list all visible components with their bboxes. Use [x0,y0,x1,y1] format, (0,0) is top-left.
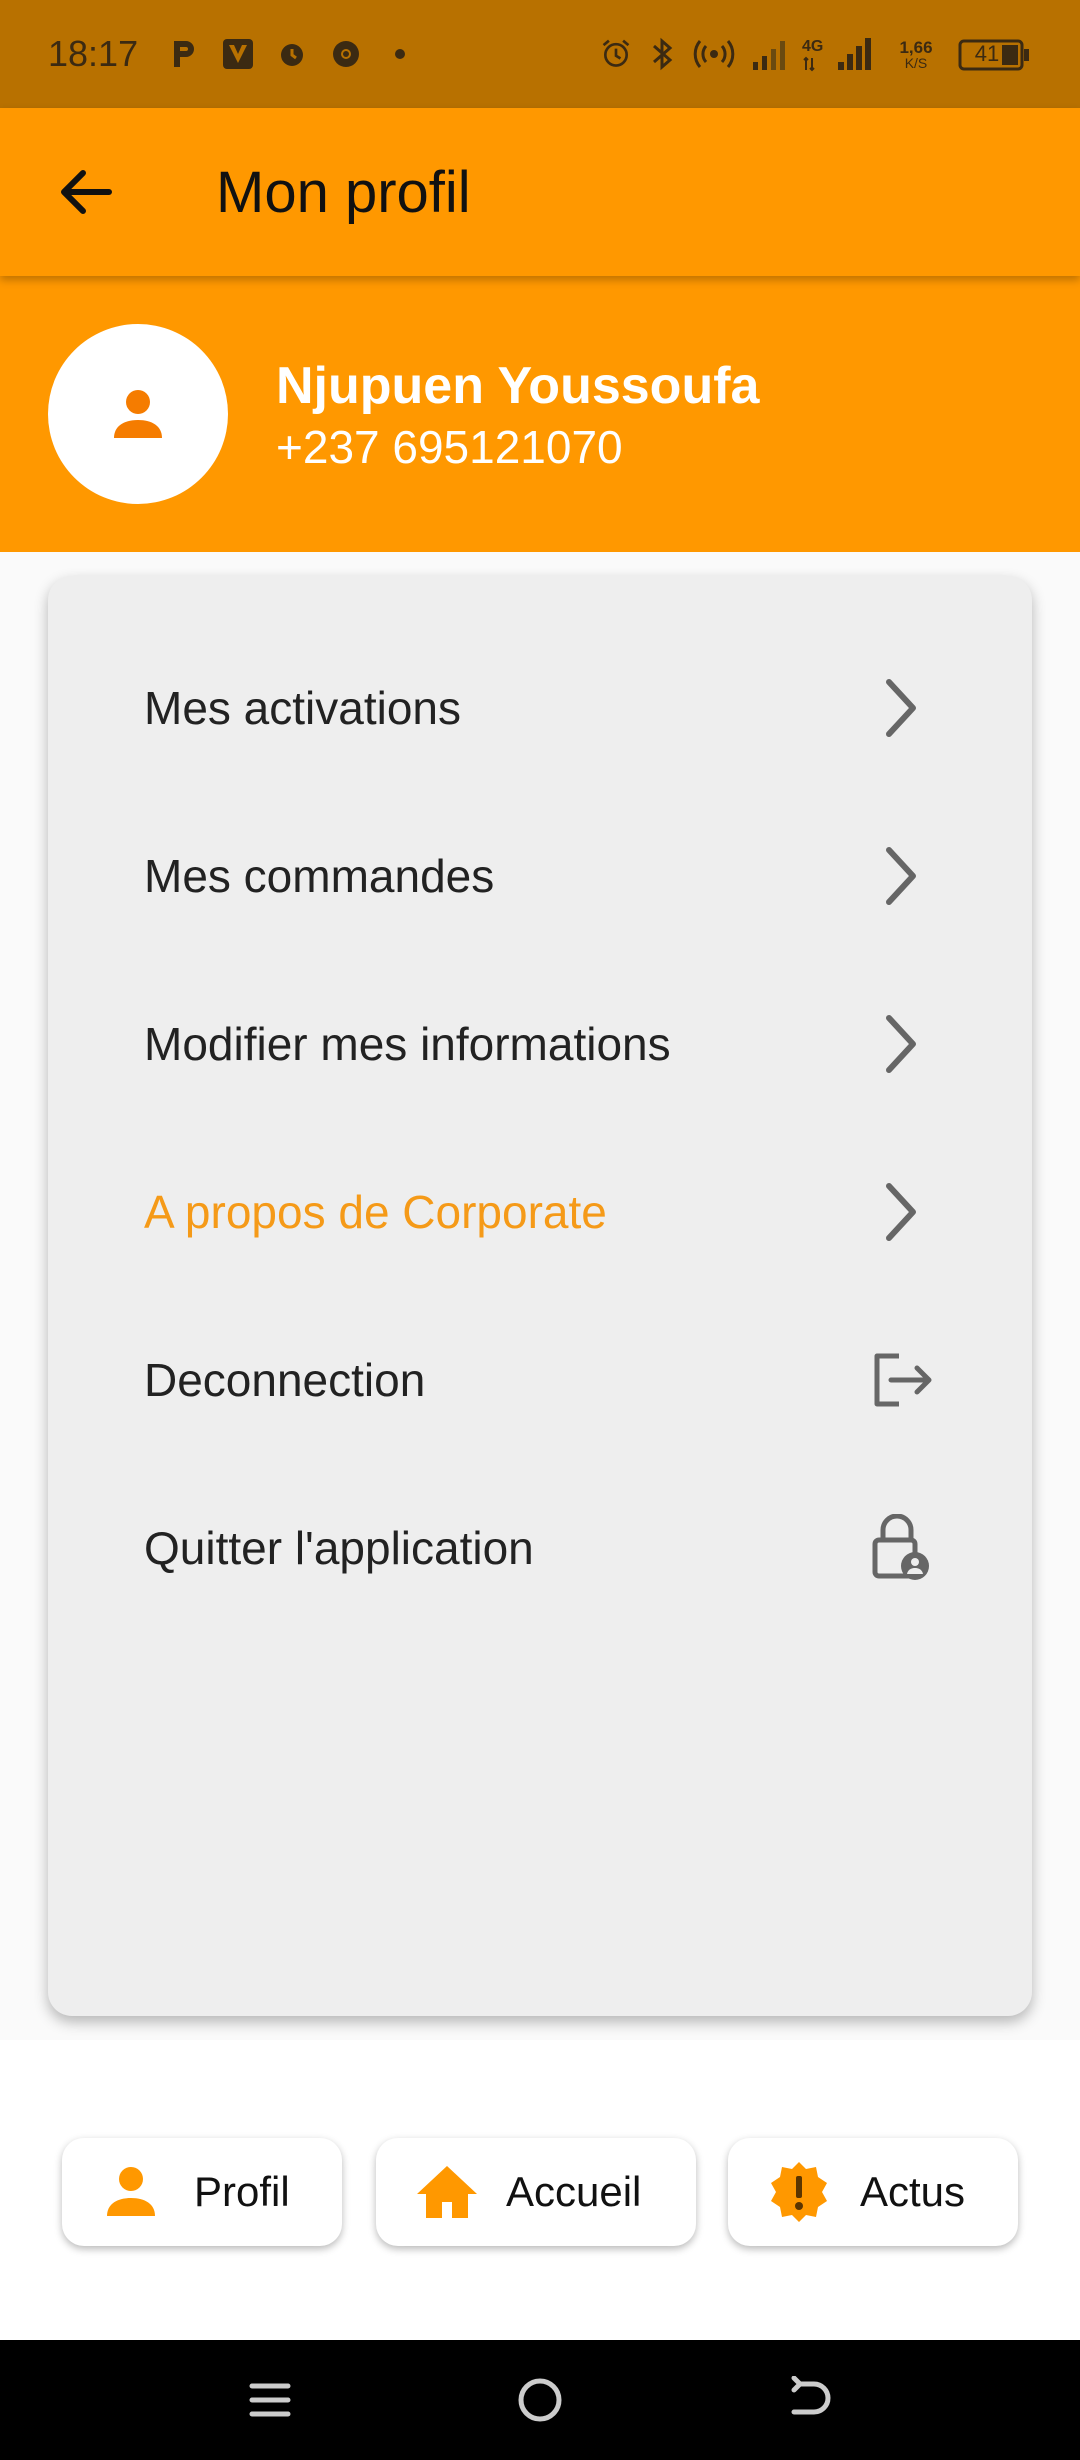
profile-name: Njupuen Youssoufa [276,357,760,415]
nav-label: Accueil [506,2168,642,2215]
chevron-right-icon [866,1009,936,1079]
menu-item-deconnection[interactable]: Deconnection [48,1320,1032,1440]
alarm-icon [600,38,632,70]
status-bar: 18:17 4G 1,66 K/S 41 [0,0,1080,108]
menu-item-label: Mes activations [144,682,462,734]
alarm-icon [276,38,308,70]
profile-phone: +237 695121070 [276,421,623,473]
speed-unit: K/S [904,54,928,71]
alert-badge-icon [764,2157,834,2227]
page-title: Mon profil [216,159,471,225]
back-icon[interactable] [780,2370,840,2430]
menu-item-quitter[interactable]: Quitter l'application [48,1488,1032,1608]
battery-level: 41 [974,41,1000,66]
status-time: 18:17 [48,33,139,74]
menu-item-label: Deconnection [144,1354,426,1406]
signal-icon [750,38,788,70]
menu-item-label: Quitter l'application [144,1522,534,1574]
logout-icon [866,1345,936,1415]
menu-item-label: Modifier mes informations [144,1018,671,1070]
menu-item-label: Mes commandes [144,850,495,902]
svg-text:4G: 4G [802,38,823,55]
status-right: 4G 1,66 K/S 41 [600,37,1032,72]
nav-accueil-button[interactable]: Accueil [376,2138,696,2246]
home-icon [412,2157,482,2227]
menu-item-a-propos[interactable]: A propos de Corporate [48,1152,1032,1272]
arrow-left-icon [61,170,112,214]
chevron-right-icon [866,1177,936,1247]
nav-label: Actus [860,2168,966,2215]
profile-header: Njupuen Youssoufa +237 695121070 [0,276,1080,552]
network-speed: 1,66 K/S [888,38,944,70]
app-bar: Mon profil [0,108,1080,276]
profile-menu-card: Mes activations Mes commandes Modifier m… [48,576,1032,2016]
person-icon [96,2157,166,2227]
lock-person-icon [866,1513,936,1583]
hotspot-icon [692,38,736,70]
bluetooth-icon [646,37,678,71]
home-circle-icon[interactable] [510,2370,570,2430]
menu-item-activations[interactable]: Mes activations [48,648,1032,768]
v-icon [222,38,254,70]
avatar[interactable] [48,324,228,504]
speed-value: 1,66 [899,37,933,57]
p-icon [168,38,200,70]
battery-icon: 41 [958,38,1032,71]
chevron-right-icon [866,673,936,743]
menu-item-label: A propos de Corporate [144,1186,607,1238]
nav-actus-button[interactable]: Actus [728,2138,1018,2246]
status-left: 18:17 [48,33,416,75]
back-button[interactable] [50,157,120,227]
nav-label: Profil [194,2168,290,2215]
system-nav-bar [0,2340,1080,2460]
person-icon [114,390,162,438]
menu-icon[interactable] [240,2370,300,2430]
dot-icon [384,38,416,70]
bottom-nav: Profil Accueil Actus [0,2040,1080,2340]
chrome-icon [330,38,362,70]
menu-item-modifier-informations[interactable]: Modifier mes informations [48,984,1032,1104]
network-4g-icon: 4G [802,38,874,72]
nav-profil-button[interactable]: Profil [62,2138,342,2246]
menu-item-commandes[interactable]: Mes commandes [48,816,1032,936]
chevron-right-icon [866,841,936,911]
